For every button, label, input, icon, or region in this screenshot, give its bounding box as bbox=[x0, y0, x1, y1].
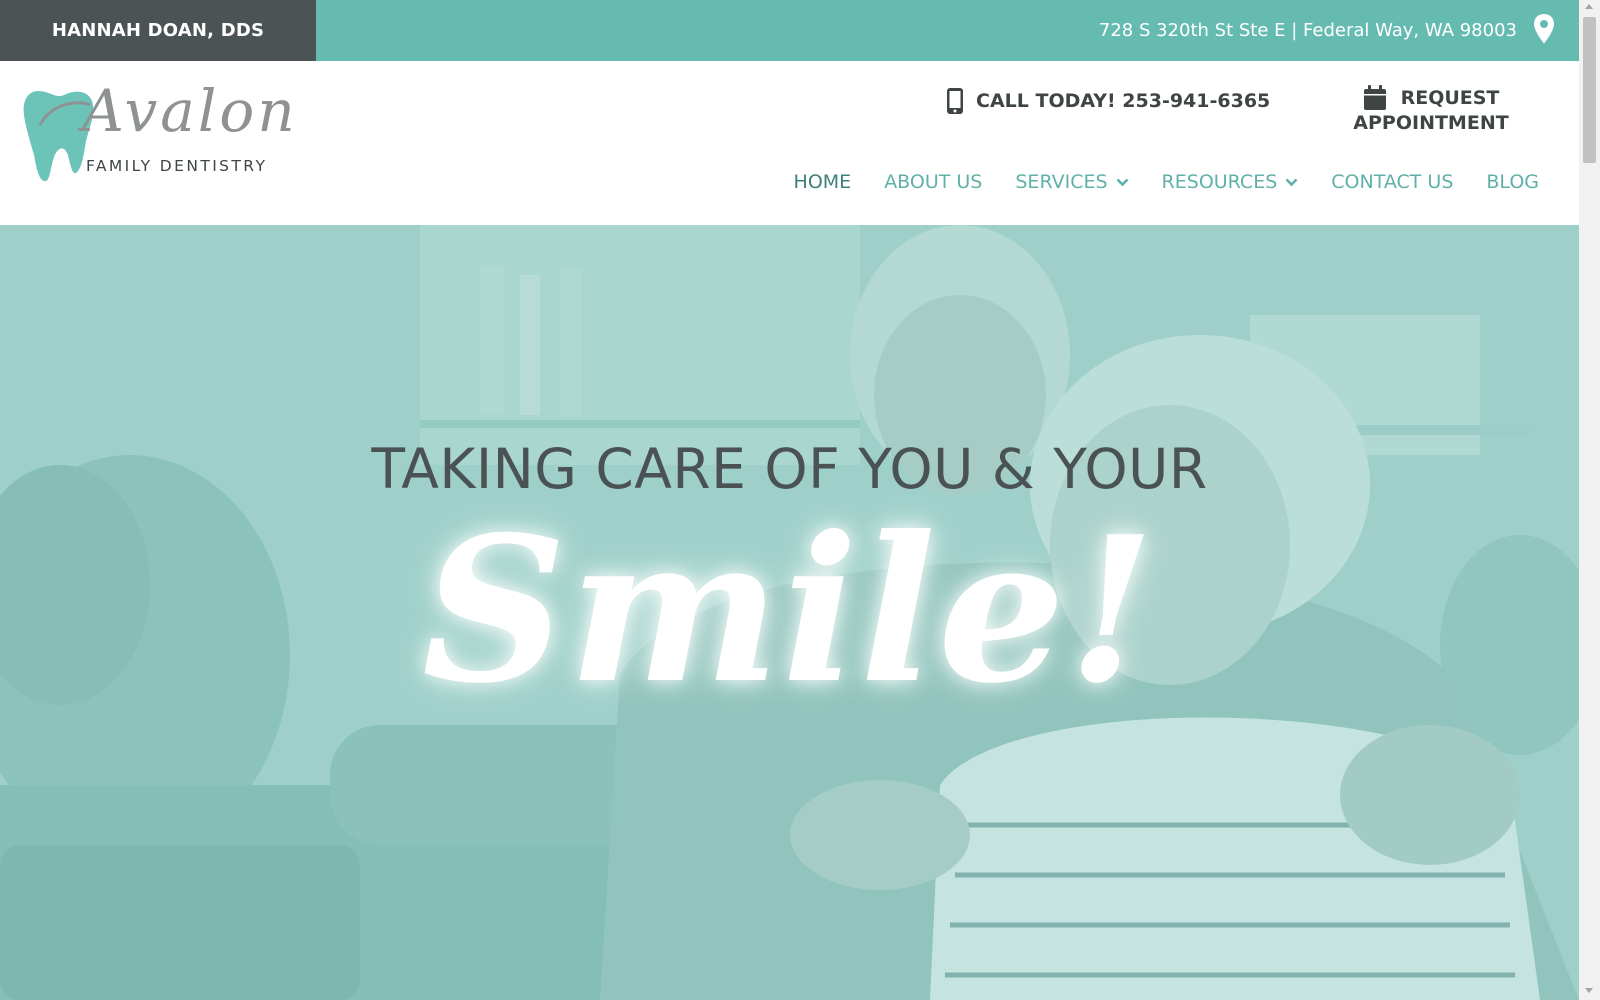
hero-script-text: Smile! bbox=[421, 493, 1158, 728]
nav-label-about-us: ABOUT US bbox=[884, 171, 983, 193]
nav-label-home: HOME bbox=[793, 171, 852, 193]
nav-item-services[interactable]: SERVICES bbox=[1015, 171, 1128, 193]
chevron-down-icon bbox=[1116, 178, 1128, 186]
page-scrollbar[interactable] bbox=[1579, 0, 1600, 1000]
request-label-line1: REQUEST bbox=[1400, 86, 1500, 109]
nav-item-contact-us[interactable]: CONTACT US bbox=[1331, 171, 1453, 193]
hero-headline: TAKING CARE OF YOU & YOUR bbox=[371, 437, 1208, 501]
nav-item-home[interactable]: HOME bbox=[794, 171, 852, 193]
hero-banner: TAKING CARE OF YOU & YOUR Smile! bbox=[0, 225, 1579, 1000]
call-label: CALL TODAY! 253-941-6365 bbox=[976, 90, 1271, 112]
scroll-up-arrow-icon[interactable] bbox=[1585, 4, 1593, 9]
site-header: Avalon FAMILY DENTISTRY CALL TODAY! 253-… bbox=[0, 61, 1579, 225]
site-logo[interactable]: Avalon FAMILY DENTISTRY bbox=[20, 77, 310, 195]
nav-label-resources: RESOURCES bbox=[1161, 171, 1278, 193]
map-pin-icon[interactable] bbox=[1532, 13, 1556, 45]
chevron-down-icon bbox=[1285, 178, 1298, 186]
nav-label-contact-us: CONTACT US bbox=[1331, 171, 1454, 193]
nav-label-services: SERVICES bbox=[1015, 171, 1108, 193]
mobile-phone-icon bbox=[947, 88, 963, 114]
nav-item-about-us[interactable]: ABOUT US bbox=[884, 171, 982, 193]
nav-item-resources[interactable]: RESOURCES bbox=[1162, 171, 1299, 193]
nav-item-blog[interactable]: BLOG bbox=[1486, 171, 1539, 193]
call-today-link[interactable]: CALL TODAY! 253-941-6365 bbox=[946, 86, 1270, 116]
top-bar: HANNAH DOAN, DDS 728 S 320th St Ste E | … bbox=[0, 0, 1579, 61]
request-appointment-button[interactable]: REQUEST APPOINTMENT bbox=[1346, 85, 1516, 136]
request-label-line2: APPOINTMENT bbox=[1353, 112, 1509, 134]
nav-label-blog: BLOG bbox=[1486, 171, 1539, 193]
scroll-down-arrow-icon[interactable] bbox=[1585, 988, 1593, 993]
calendar-icon bbox=[1363, 85, 1386, 110]
doctor-name: HANNAH DOAN, DDS bbox=[0, 0, 316, 61]
scrollbar-thumb[interactable] bbox=[1583, 17, 1596, 163]
main-nav: HOME ABOUT US SERVICES RESOURCES CONTACT… bbox=[761, 171, 1539, 193]
logo-subtitle: FAMILY DENTISTRY bbox=[86, 157, 268, 175]
address-link[interactable]: 728 S 320th St Ste E | Federal Way, WA 9… bbox=[1099, 0, 1517, 61]
logo-wordmark: Avalon bbox=[82, 77, 298, 145]
